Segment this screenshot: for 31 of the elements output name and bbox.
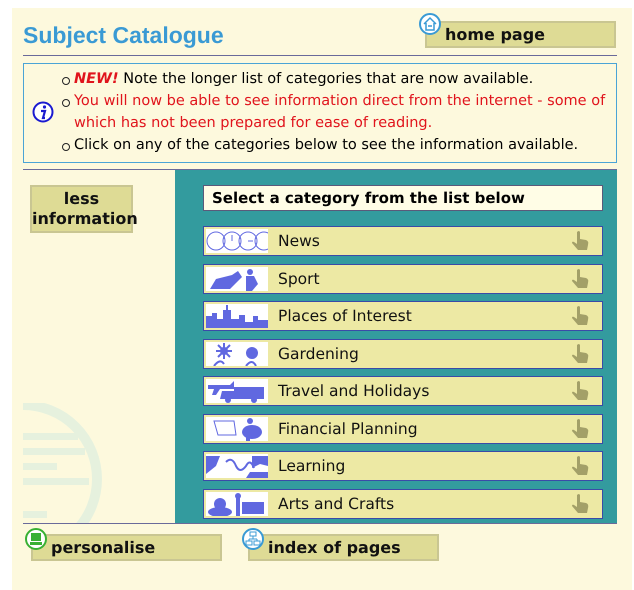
category-item[interactable]: Places of Interest (203, 301, 603, 331)
bullet-icon (62, 99, 70, 107)
hand-pointer-icon (570, 380, 590, 402)
hand-pointer-icon (570, 268, 590, 290)
hand-pointer-icon (570, 418, 590, 440)
category-item[interactable]: Arts and Crafts (203, 488, 603, 518)
category-item[interactable]: Sport (203, 264, 603, 294)
home-icon (419, 13, 441, 35)
category-item[interactable]: Learning (203, 451, 603, 481)
notice-text: You will now be able to see information direct from the internet - some of which has not been prepared for ease of reading. (74, 92, 606, 133)
hand-pointer-icon (570, 492, 590, 514)
computer-icon (25, 528, 47, 550)
bullet-icon (62, 143, 70, 151)
category-item[interactable]: Travel and Holidays (203, 376, 603, 406)
notice-text: Click on any of the categories below to see the information available. (74, 136, 578, 155)
category-item[interactable]: Gardening (203, 338, 603, 368)
sitemap-icon (242, 528, 264, 550)
category-heading: Select a category from the list below (203, 185, 603, 211)
hand-pointer-icon (570, 305, 590, 327)
index-button[interactable]: index of pages (248, 534, 439, 561)
bullet-icon (62, 77, 70, 85)
hand-pointer-icon (570, 455, 590, 477)
personalise-button[interactable]: personalise (31, 534, 222, 561)
category-item[interactable]: Financial Planning (203, 414, 603, 444)
category-item[interactable]: News (203, 226, 603, 256)
info-icon (32, 101, 54, 123)
hand-pointer-icon (570, 230, 590, 252)
page-title: Subject Catalogue (23, 22, 224, 49)
notice-text: NEW! Note the longer list of categories that are now available. (74, 70, 534, 89)
home-page-button[interactable]: home page (425, 21, 616, 48)
hand-pointer-icon (570, 342, 590, 364)
